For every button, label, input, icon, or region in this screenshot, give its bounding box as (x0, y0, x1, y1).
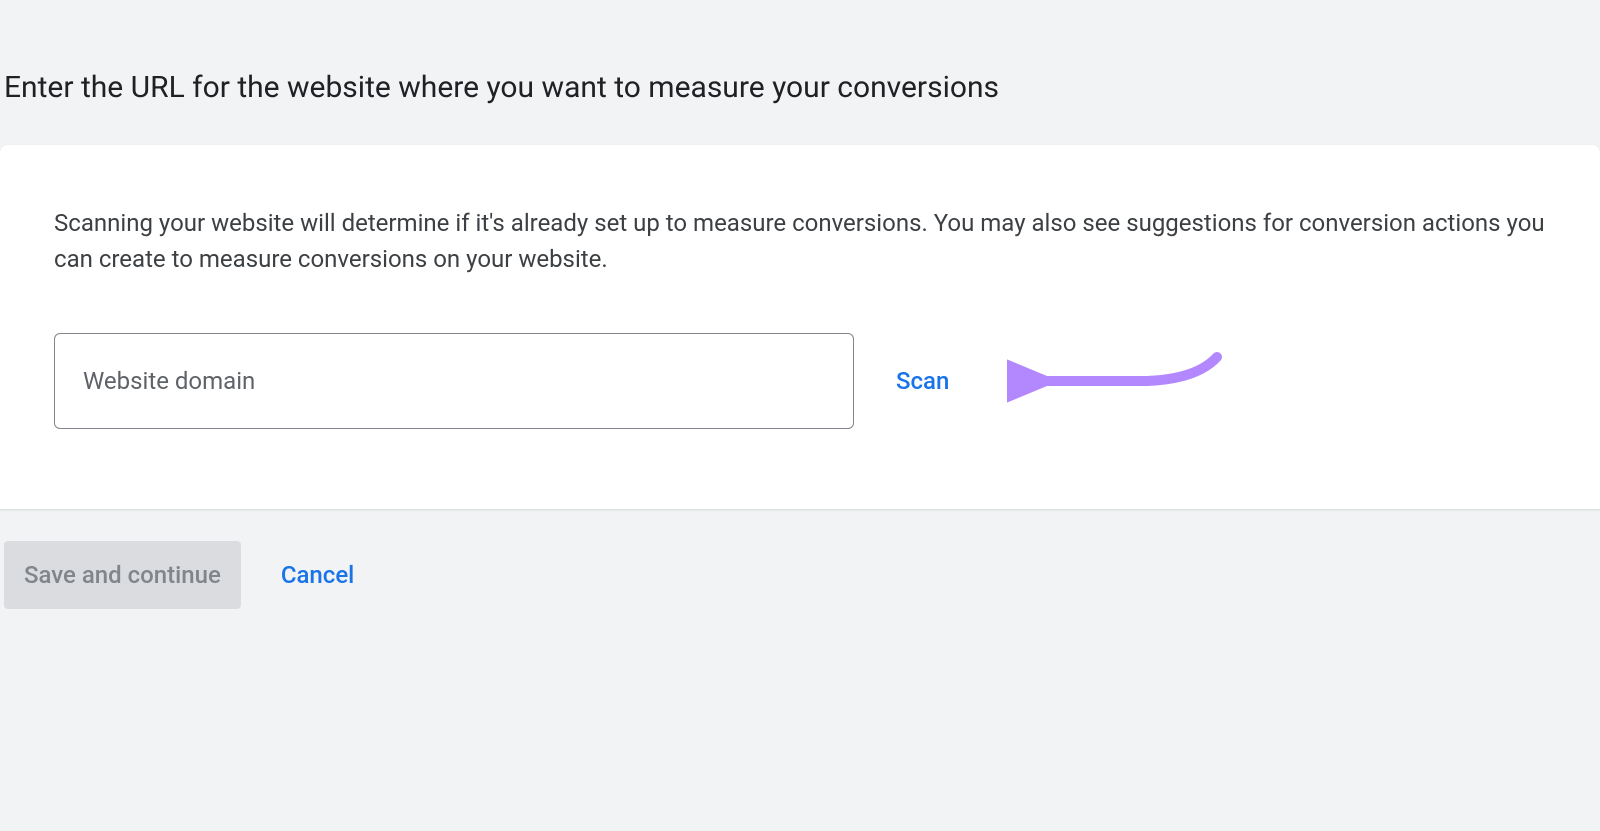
website-domain-input[interactable] (54, 333, 854, 429)
footer-button-row: Save and continue Cancel (0, 509, 1600, 609)
cancel-button[interactable]: Cancel (271, 541, 364, 609)
arrow-annotation-icon (1007, 349, 1227, 413)
scan-button[interactable]: Scan (892, 359, 953, 403)
page-title: Enter the URL for the website where you … (0, 70, 1600, 145)
conversion-setup-card: Scanning your website will determine if … (0, 145, 1600, 509)
domain-input-row: Scan (54, 333, 1546, 429)
save-and-continue-button[interactable]: Save and continue (4, 541, 241, 609)
card-description-text: Scanning your website will determine if … (54, 205, 1546, 277)
